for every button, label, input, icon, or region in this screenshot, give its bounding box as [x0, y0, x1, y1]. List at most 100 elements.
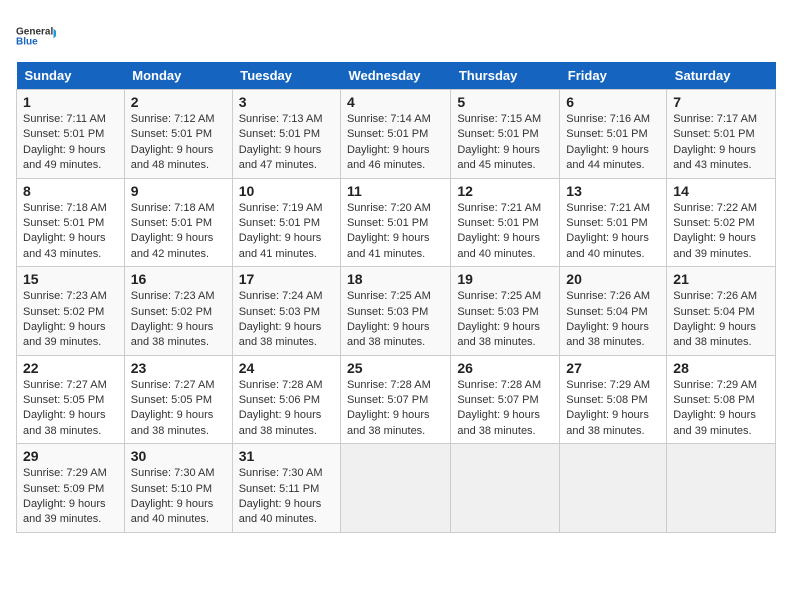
day-detail: Sunrise: 7:28 AMSunset: 5:07 PMDaylight:…	[457, 378, 553, 440]
day-number: 5	[457, 94, 553, 110]
calendar-header-thursday: Thursday	[451, 62, 560, 90]
calendar-cell: 31Sunrise: 7:30 AMSunset: 5:11 PMDayligh…	[232, 444, 340, 533]
day-detail: Sunrise: 7:26 AMSunset: 5:04 PMDaylight:…	[673, 289, 769, 351]
calendar-cell	[451, 444, 560, 533]
calendar-cell: 30Sunrise: 7:30 AMSunset: 5:10 PMDayligh…	[124, 444, 232, 533]
day-number: 4	[347, 94, 444, 110]
calendar-week-row: 1 Sunrise: 7:11 AMSunset: 5:01 PMDaylight…	[17, 90, 776, 179]
day-detail: Sunrise: 7:29 AMSunset: 5:08 PMDaylight:…	[673, 378, 769, 440]
calendar-cell: 2 Sunrise: 7:12 AMSunset: 5:01 PMDaylight…	[124, 90, 232, 179]
calendar-header-monday: Monday	[124, 62, 232, 90]
day-number: 9	[131, 183, 226, 199]
day-number: 10	[239, 183, 334, 199]
calendar-header-tuesday: Tuesday	[232, 62, 340, 90]
calendar-cell: 28 Sunrise: 7:29 AMSunset: 5:08 PMDayligh…	[667, 355, 776, 444]
day-number: 21	[673, 271, 769, 287]
day-detail: Sunrise: 7:22 AMSunset: 5:02 PMDaylight:…	[673, 201, 769, 263]
calendar-cell: 21 Sunrise: 7:26 AMSunset: 5:04 PMDayligh…	[667, 267, 776, 356]
day-detail: Sunrise: 7:14 AMSunset: 5:01 PMDaylight:…	[347, 112, 444, 174]
day-detail: Sunrise: 7:29 AMSunset: 5:09 PMDaylight:…	[23, 466, 118, 528]
day-detail: Sunrise: 7:29 AMSunset: 5:08 PMDaylight:…	[566, 378, 660, 440]
day-detail: Sunrise: 7:28 AMSunset: 5:06 PMDaylight:…	[239, 378, 334, 440]
day-detail: Sunrise: 7:13 AMSunset: 5:01 PMDaylight:…	[239, 112, 334, 174]
day-detail: Sunrise: 7:21 AMSunset: 5:01 PMDaylight:…	[457, 201, 553, 263]
calendar-week-row: 8 Sunrise: 7:18 AMSunset: 5:01 PMDaylight…	[17, 178, 776, 267]
day-number: 17	[239, 271, 334, 287]
day-detail: Sunrise: 7:23 AMSunset: 5:02 PMDaylight:…	[23, 289, 118, 351]
calendar-cell: 10 Sunrise: 7:19 AMSunset: 5:01 PMDayligh…	[232, 178, 340, 267]
calendar-header-row: SundayMondayTuesdayWednesdayThursdayFrid…	[17, 62, 776, 90]
calendar-week-row: 15Sunrise: 7:23 AMSunset: 5:02 PMDayligh…	[17, 267, 776, 356]
day-number: 27	[566, 360, 660, 376]
day-detail: Sunrise: 7:26 AMSunset: 5:04 PMDaylight:…	[566, 289, 660, 351]
day-number: 1	[23, 94, 118, 110]
calendar-header-friday: Friday	[560, 62, 667, 90]
calendar-header-saturday: Saturday	[667, 62, 776, 90]
day-number: 6	[566, 94, 660, 110]
day-detail: Sunrise: 7:30 AMSunset: 5:11 PMDaylight:…	[239, 466, 334, 528]
calendar-cell: 14 Sunrise: 7:22 AMSunset: 5:02 PMDayligh…	[667, 178, 776, 267]
day-number: 2	[131, 94, 226, 110]
calendar-cell	[340, 444, 450, 533]
day-number: 25	[347, 360, 444, 376]
day-detail: Sunrise: 7:11 AMSunset: 5:01 PMDaylight:…	[23, 112, 118, 174]
day-number: 16	[131, 271, 226, 287]
calendar-cell: 23 Sunrise: 7:27 AMSunset: 5:05 PMDayligh…	[124, 355, 232, 444]
day-number: 30	[131, 448, 226, 464]
day-number: 12	[457, 183, 553, 199]
calendar-cell: 29 Sunrise: 7:29 AMSunset: 5:09 PMDayligh…	[17, 444, 125, 533]
day-detail: Sunrise: 7:25 AMSunset: 5:03 PMDaylight:…	[457, 289, 553, 351]
day-detail: Sunrise: 7:15 AMSunset: 5:01 PMDaylight:…	[457, 112, 553, 174]
calendar-cell: 4 Sunrise: 7:14 AMSunset: 5:01 PMDaylight…	[340, 90, 450, 179]
day-number: 3	[239, 94, 334, 110]
calendar-cell: 9Sunrise: 7:18 AMSunset: 5:01 PMDaylight…	[124, 178, 232, 267]
calendar-cell: 16 Sunrise: 7:23 AMSunset: 5:02 PMDayligh…	[124, 267, 232, 356]
page-header: General Blue	[16, 16, 776, 56]
day-number: 28	[673, 360, 769, 376]
day-detail: Sunrise: 7:18 AMSunset: 5:01 PMDaylight:…	[23, 201, 118, 263]
calendar-cell: 8 Sunrise: 7:18 AMSunset: 5:01 PMDaylight…	[17, 178, 125, 267]
calendar-cell: 12 Sunrise: 7:21 AMSunset: 5:01 PMDayligh…	[451, 178, 560, 267]
day-detail: Sunrise: 7:27 AMSunset: 5:05 PMDaylight:…	[131, 378, 226, 440]
calendar-cell: 17 Sunrise: 7:24 AMSunset: 5:03 PMDayligh…	[232, 267, 340, 356]
logo: General Blue	[16, 16, 56, 56]
calendar-table: SundayMondayTuesdayWednesdayThursdayFrid…	[16, 62, 776, 533]
day-detail: Sunrise: 7:21 AMSunset: 5:01 PMDaylight:…	[566, 201, 660, 263]
calendar-week-row: 29 Sunrise: 7:29 AMSunset: 5:09 PMDayligh…	[17, 444, 776, 533]
day-detail: Sunrise: 7:16 AMSunset: 5:01 PMDaylight:…	[566, 112, 660, 174]
calendar-cell: 15Sunrise: 7:23 AMSunset: 5:02 PMDayligh…	[17, 267, 125, 356]
day-number: 7	[673, 94, 769, 110]
calendar-cell: 5 Sunrise: 7:15 AMSunset: 5:01 PMDaylight…	[451, 90, 560, 179]
calendar-cell	[560, 444, 667, 533]
day-detail: Sunrise: 7:27 AMSunset: 5:05 PMDaylight:…	[23, 378, 118, 440]
day-number: 23	[131, 360, 226, 376]
calendar-cell: 18Sunrise: 7:25 AMSunset: 5:03 PMDayligh…	[340, 267, 450, 356]
day-detail: Sunrise: 7:12 AMSunset: 5:01 PMDaylight:…	[131, 112, 226, 174]
calendar-cell: 22Sunrise: 7:27 AMSunset: 5:05 PMDayligh…	[17, 355, 125, 444]
calendar-cell: 20Sunrise: 7:26 AMSunset: 5:04 PMDayligh…	[560, 267, 667, 356]
day-number: 14	[673, 183, 769, 199]
day-detail: Sunrise: 7:19 AMSunset: 5:01 PMDaylight:…	[239, 201, 334, 263]
day-detail: Sunrise: 7:28 AMSunset: 5:07 PMDaylight:…	[347, 378, 444, 440]
calendar-cell: 19Sunrise: 7:25 AMSunset: 5:03 PMDayligh…	[451, 267, 560, 356]
day-detail: Sunrise: 7:20 AMSunset: 5:01 PMDaylight:…	[347, 201, 444, 263]
calendar-cell: 3 Sunrise: 7:13 AMSunset: 5:01 PMDaylight…	[232, 90, 340, 179]
calendar-cell: 26 Sunrise: 7:28 AMSunset: 5:07 PMDayligh…	[451, 355, 560, 444]
day-number: 24	[239, 360, 334, 376]
calendar-body: 1 Sunrise: 7:11 AMSunset: 5:01 PMDaylight…	[17, 90, 776, 533]
logo-svg: General Blue	[16, 16, 56, 56]
calendar-cell: 7 Sunrise: 7:17 AMSunset: 5:01 PMDaylight…	[667, 90, 776, 179]
calendar-cell: 27 Sunrise: 7:29 AMSunset: 5:08 PMDayligh…	[560, 355, 667, 444]
day-number: 13	[566, 183, 660, 199]
day-detail: Sunrise: 7:25 AMSunset: 5:03 PMDaylight:…	[347, 289, 444, 351]
calendar-header-wednesday: Wednesday	[340, 62, 450, 90]
day-detail: Sunrise: 7:24 AMSunset: 5:03 PMDaylight:…	[239, 289, 334, 351]
day-detail: Sunrise: 7:17 AMSunset: 5:01 PMDaylight:…	[673, 112, 769, 174]
day-number: 8	[23, 183, 118, 199]
day-number: 29	[23, 448, 118, 464]
day-detail: Sunrise: 7:23 AMSunset: 5:02 PMDaylight:…	[131, 289, 226, 351]
day-number: 26	[457, 360, 553, 376]
calendar-cell: 25 Sunrise: 7:28 AMSunset: 5:07 PMDayligh…	[340, 355, 450, 444]
calendar-cell: 1 Sunrise: 7:11 AMSunset: 5:01 PMDaylight…	[17, 90, 125, 179]
calendar-cell: 11Sunrise: 7:20 AMSunset: 5:01 PMDayligh…	[340, 178, 450, 267]
